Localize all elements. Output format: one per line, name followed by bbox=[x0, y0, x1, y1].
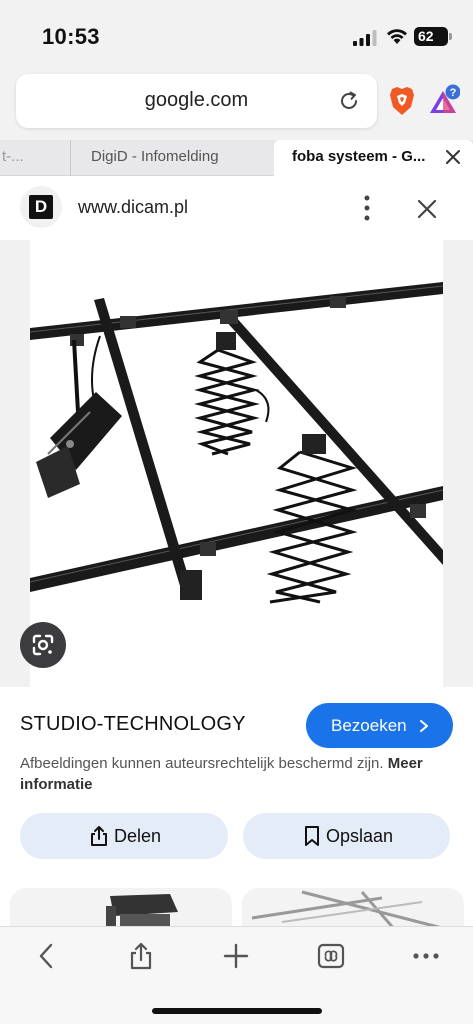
tab-digid[interactable]: DigiD - Infomelding bbox=[70, 140, 270, 176]
battery-icon: 62 bbox=[414, 27, 452, 46]
tab-active[interactable]: foba systeem - G... bbox=[274, 140, 473, 176]
visit-label: Bezoeken bbox=[331, 716, 407, 735]
reload-icon[interactable] bbox=[337, 89, 361, 113]
brave-shield-icon[interactable] bbox=[389, 86, 415, 116]
add-icon[interactable] bbox=[221, 941, 251, 971]
tab-1[interactable]: t-... bbox=[0, 140, 60, 176]
status-time: 10:53 bbox=[42, 24, 100, 49]
copyright-text: Afbeeldingen kunnen auteursrechtelijk be… bbox=[20, 755, 384, 772]
address-bar[interactable]: google.com bbox=[16, 74, 377, 128]
chevron-right-icon bbox=[420, 720, 428, 732]
bookmark-icon bbox=[305, 826, 319, 846]
more-vert-icon[interactable] bbox=[360, 195, 374, 221]
favicon-letter: D bbox=[29, 195, 53, 219]
share-label: Delen bbox=[114, 826, 162, 846]
visit-button[interactable]: Bezoeken bbox=[306, 703, 453, 748]
url-text[interactable]: google.com bbox=[16, 89, 377, 112]
site-favicon: D bbox=[20, 186, 62, 228]
save-button[interactable]: Opslaan bbox=[243, 813, 450, 859]
result-title: STUDIO-TECHNOLOGY bbox=[20, 713, 246, 735]
google-lens-icon bbox=[32, 634, 54, 656]
more-horiz-icon[interactable] bbox=[411, 941, 441, 971]
tab-active-label: foba systeem - G... bbox=[292, 148, 426, 165]
brave-rewards-icon[interactable]: ? bbox=[430, 84, 460, 116]
preview-image[interactable] bbox=[30, 240, 443, 687]
tabs-icon[interactable] bbox=[316, 941, 346, 971]
signal-icon bbox=[353, 30, 377, 46]
share-icon bbox=[91, 826, 107, 846]
wifi-icon bbox=[387, 29, 407, 44]
google-lens-button[interactable] bbox=[20, 622, 66, 668]
copyright-notice: Afbeeldingen kunnen auteursrechtelijk be… bbox=[20, 753, 450, 795]
site-name[interactable]: www.dicam.pl bbox=[78, 197, 188, 218]
site-header: D www.dicam.pl bbox=[0, 176, 473, 240]
status-bar: 10:53 62 bbox=[0, 0, 473, 72]
close-icon[interactable] bbox=[445, 149, 461, 165]
close-icon[interactable] bbox=[416, 198, 438, 220]
home-indicator bbox=[152, 1008, 322, 1014]
tab-strip: t-... DigiD - Infomelding foba systeem -… bbox=[0, 140, 473, 176]
share-button[interactable]: Delen bbox=[20, 813, 228, 859]
save-label: Opslaan bbox=[326, 826, 394, 846]
back-icon[interactable] bbox=[32, 941, 62, 971]
share-icon[interactable] bbox=[126, 941, 156, 971]
image-preview-area bbox=[0, 240, 473, 687]
rewards-badge: ? bbox=[450, 87, 457, 99]
